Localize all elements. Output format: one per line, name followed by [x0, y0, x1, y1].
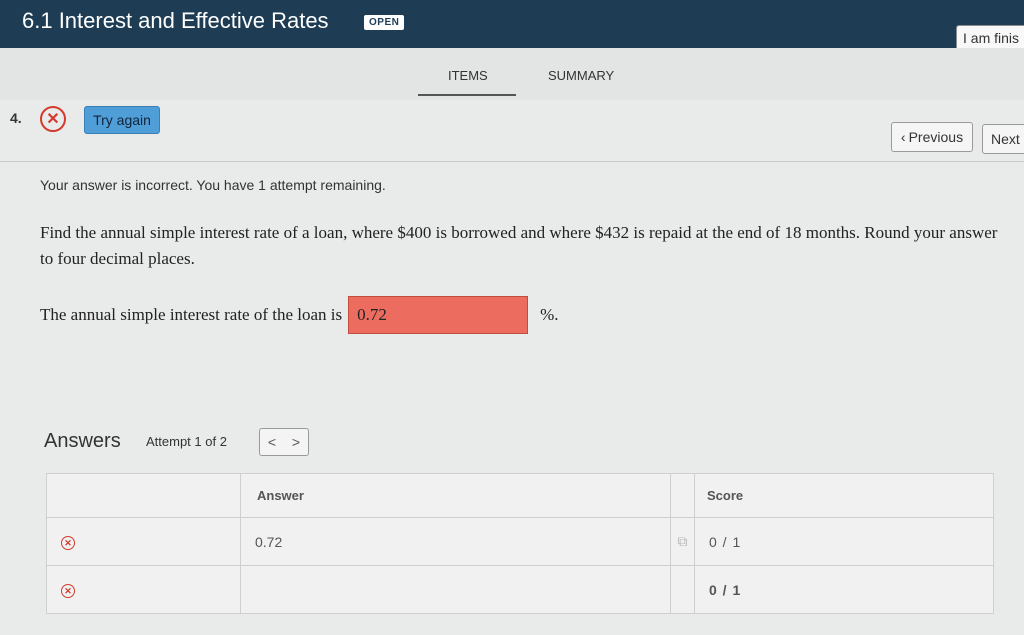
row-status-cell: ✕: [46, 565, 241, 614]
attempt-navigator: < >: [259, 428, 309, 456]
row-status-cell: ✕: [46, 517, 241, 566]
chevron-left-icon: ‹: [900, 129, 906, 145]
table-row: ✕ 0 / 1: [46, 565, 994, 614]
question-nav-row: 4. ✕ Try again ‹ Previous Next: [0, 100, 1024, 162]
answers-heading: Answers: [44, 430, 121, 452]
tabs-bar: ITEMS SUMMARY: [0, 48, 1024, 100]
copy-cell: ⧉: [670, 517, 695, 566]
open-badge: OPEN: [364, 15, 405, 30]
chevron-right-icon[interactable]: >: [292, 434, 300, 450]
attempt-counter: Attempt 1 of 2: [146, 434, 227, 449]
score-column-header: Score: [694, 473, 994, 518]
copy-icon[interactable]: ⧉: [678, 533, 688, 550]
unit-label: %.: [540, 305, 559, 324]
spacer-header: [670, 473, 695, 518]
incorrect-icon: ✕: [61, 584, 75, 599]
status-column-header: [46, 473, 241, 518]
active-tab-indicator: [418, 94, 516, 96]
table-header-row: Answer Score: [46, 473, 994, 518]
assignment-title: 6.1 Interest and Effective Rates: [22, 8, 329, 33]
question-number: 4.: [10, 110, 22, 126]
answers-table: Answer Score ✕ 0.72 ⧉ 0 / 1 ✕ 0 / 1: [46, 473, 994, 614]
table-row: ✕ 0.72 ⧉ 0 / 1: [46, 517, 994, 566]
answer-label: The annual simple interest rate of the l…: [40, 305, 343, 324]
feedback-message: Your answer is incorrect. You have 1 att…: [40, 177, 386, 193]
score-cell: 0 / 1: [694, 517, 994, 566]
incorrect-icon: ✕: [61, 536, 75, 551]
tab-items[interactable]: ITEMS: [448, 68, 488, 83]
top-header: 6.1 Interest and Effective Rates OPEN I …: [0, 0, 1024, 51]
score-cell: 0 / 1: [694, 565, 994, 614]
answer-input[interactable]: 0.72: [348, 296, 529, 334]
incorrect-icon: ✕: [40, 106, 66, 132]
answer-cell: 0.72: [240, 517, 671, 566]
chevron-left-icon[interactable]: <: [268, 434, 276, 450]
copy-cell: [670, 565, 695, 614]
answer-line: The annual simple interest rate of the l…: [40, 296, 559, 334]
answer-column-header: Answer: [240, 473, 671, 518]
tab-summary[interactable]: SUMMARY: [548, 68, 614, 83]
previous-label: Previous: [908, 129, 964, 145]
previous-button[interactable]: ‹ Previous: [891, 122, 973, 152]
next-button[interactable]: Next: [982, 124, 1024, 154]
answer-cell: [240, 565, 671, 614]
question-prompt: Find the annual simple interest rate of …: [40, 223, 998, 268]
try-again-button[interactable]: Try again: [84, 106, 160, 134]
